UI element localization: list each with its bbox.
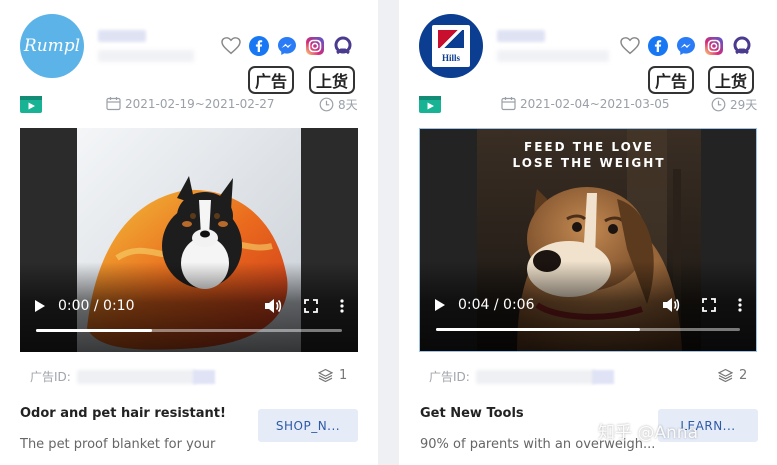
advertiser-sub-redacted [98, 50, 194, 62]
ad-id-row: 广告ID: [30, 368, 215, 385]
date-range-text: 2021-02-19~2021-02-27 [125, 96, 275, 111]
video-caption-line2: LOSE THE WEIGHT [512, 156, 665, 170]
heart-icon[interactable] [619, 35, 640, 56]
ad-id-redacted [475, 369, 596, 384]
ad-body: The pet proof blanket for your [20, 437, 216, 452]
play-icon[interactable] [434, 298, 446, 312]
instagram-icon[interactable] [703, 35, 724, 56]
tag-ad[interactable]: 广告 [648, 66, 694, 94]
advertiser-name-redacted [497, 30, 545, 42]
cta-button[interactable]: SHOP_N... [258, 409, 358, 442]
advertiser-name-redacted [98, 30, 146, 42]
messenger-icon[interactable] [276, 35, 297, 56]
video-control-row: 0:04 / 0:06 [434, 297, 742, 313]
advertiser-sub-redacted [497, 50, 609, 62]
video-type-icon [20, 96, 42, 113]
card-actions [220, 35, 353, 56]
ad-headline: Get New Tools [420, 406, 524, 421]
tag-ad[interactable]: 广告 [248, 66, 294, 94]
ad-id-redacted [76, 369, 197, 384]
fullscreen-icon[interactable] [304, 299, 318, 313]
instagram-icon[interactable] [304, 35, 325, 56]
video-control-row: 0:00 / 0:10 [34, 298, 344, 314]
volume-icon[interactable] [662, 297, 680, 313]
play-icon[interactable] [34, 299, 46, 313]
video-progress-bar[interactable] [36, 329, 342, 332]
video-time: 0:04 / 0:06 [458, 297, 535, 313]
tag-listing[interactable]: 上货 [708, 66, 754, 94]
ad-card-2: Hills 广告 上货 2021-02-04~2021-03-05 29天 FE… [399, 0, 777, 465]
audience-network-icon[interactable] [332, 35, 353, 56]
card-actions [619, 35, 752, 56]
brand-logo-flag [438, 30, 464, 48]
facebook-icon[interactable] [647, 35, 668, 56]
ad-id-label: 广告ID: [429, 370, 470, 384]
heart-icon[interactable] [220, 35, 241, 56]
fullscreen-icon[interactable] [702, 298, 716, 312]
volume-icon[interactable] [264, 298, 282, 314]
ad-video-player[interactable]: 0:00 / 0:10 [20, 128, 358, 352]
brand-logo-text: Hills [441, 53, 460, 63]
video-type-icon [419, 96, 441, 113]
video-controls: 0:00 / 0:10 [20, 262, 358, 352]
ad-headline: Odor and pet hair resistant! [20, 406, 226, 421]
brand-logo[interactable]: Rumpl [20, 14, 84, 78]
video-controls: 0:04 / 0:06 [420, 261, 756, 351]
video-progress-fill [36, 329, 153, 332]
clock-icon [319, 97, 334, 112]
watermark: 知乎 @Anna [598, 423, 698, 443]
date-range: 2021-02-04~2021-03-05 [501, 96, 670, 111]
ad-id-label: 广告ID: [30, 370, 71, 384]
duration-text: 8天 [338, 98, 358, 112]
date-range-text: 2021-02-04~2021-03-05 [520, 96, 670, 111]
brand-logo[interactable]: Hills [419, 14, 483, 78]
video-time: 0:00 / 0:10 [58, 298, 135, 314]
ad-card-1: Rumpl 广告 上货 2021-02-19~2021-02-27 8天 0:0… [0, 0, 378, 465]
run-duration: 29天 [711, 96, 757, 113]
audience-network-icon[interactable] [731, 35, 752, 56]
more-options-icon[interactable] [738, 298, 742, 312]
calendar-icon [106, 97, 121, 111]
brand-logo-text: Rumpl [23, 36, 81, 56]
video-progress-bar[interactable] [436, 328, 740, 331]
ad-id-redacted-tail [591, 369, 614, 384]
layers-icon [718, 368, 733, 383]
duration-text: 29天 [730, 98, 758, 112]
ad-id-redacted-tail [192, 369, 215, 384]
ad-id-row: 广告ID: [429, 368, 614, 385]
video-progress-fill [436, 328, 640, 331]
calendar-icon [501, 97, 516, 111]
date-range: 2021-02-19~2021-02-27 [106, 96, 275, 111]
tag-listing[interactable]: 上货 [309, 66, 355, 94]
creative-count[interactable]: 2 [718, 368, 747, 383]
run-duration: 8天 [319, 96, 358, 113]
ad-video-player[interactable]: FEED THE LOVE LOSE THE WEIGHT 0:04 / 0:0… [419, 128, 757, 352]
video-caption-line1: FEED THE LOVE [524, 140, 654, 154]
creative-count-value: 1 [339, 368, 348, 383]
layers-icon [318, 368, 333, 383]
facebook-icon[interactable] [248, 35, 269, 56]
brand-logo-badge: Hills [432, 25, 470, 67]
clock-icon [711, 97, 726, 112]
more-options-icon[interactable] [340, 299, 344, 313]
messenger-icon[interactable] [675, 35, 696, 56]
creative-count-value: 2 [739, 368, 748, 383]
creative-count[interactable]: 1 [318, 368, 347, 383]
